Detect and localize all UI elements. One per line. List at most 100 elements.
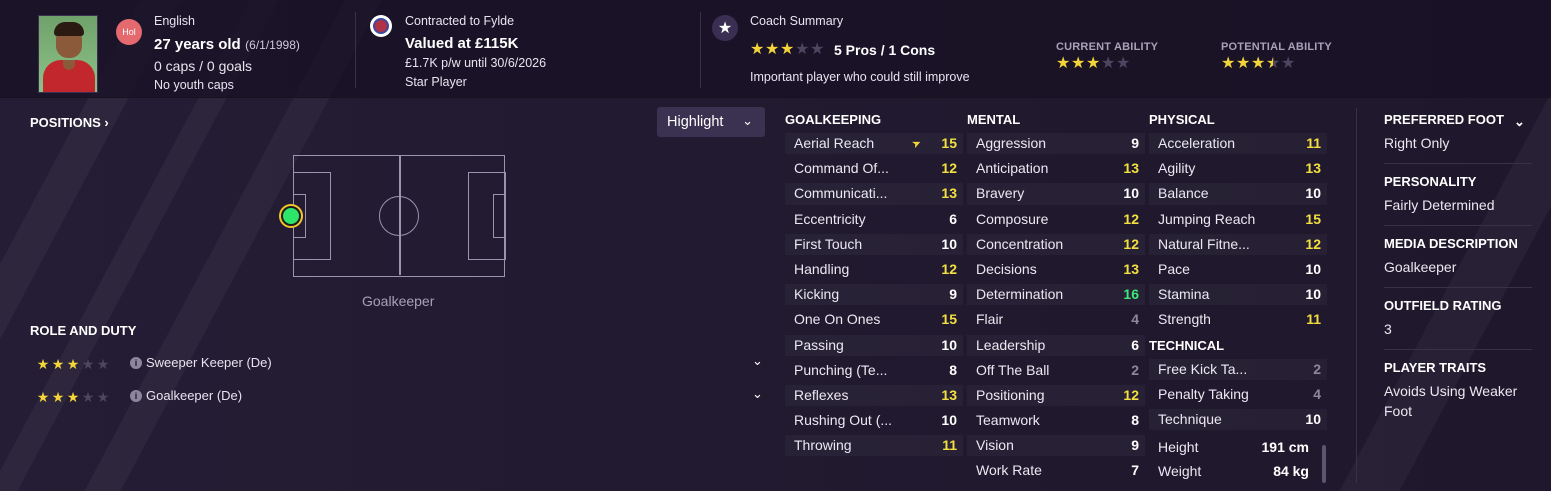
attribute-name: Technique <box>1158 410 1222 427</box>
club-crest-icon[interactable] <box>370 15 392 37</box>
position-marker-gk[interactable] <box>279 204 303 228</box>
goalkeeping-column: GOALKEEPING Aerial Reach 15 ➤ Command Of...… <box>785 109 963 458</box>
positions-title[interactable]: POSITIONS › <box>30 115 109 130</box>
attribute-name: Balance <box>1158 185 1209 202</box>
attribute-row[interactable]: Stamina 10 <box>1149 282 1327 307</box>
attribute-row[interactable]: Positioning 12 <box>967 383 1145 408</box>
info-icon[interactable]: i <box>130 390 142 402</box>
attribute-name: Passing <box>794 336 844 353</box>
attribute-value: 12 <box>941 160 957 177</box>
preferred-foot[interactable]: PREFERRED FOOT ⌄ Right Only <box>1384 110 1532 153</box>
attribute-name: Natural Fitne... <box>1158 235 1250 252</box>
attribute-row[interactable]: Decisions 13 <box>967 257 1145 282</box>
outfield-rating: OUTFIELD RATING 3 <box>1384 296 1532 339</box>
contract[interactable]: Contracted to Fylde <box>405 14 514 28</box>
attribute-row[interactable]: First Touch 10 <box>785 232 963 257</box>
role-row[interactable]: ★ ★ ★ ★ ★ i Goalkeeper (De) ⌄ <box>30 386 770 410</box>
role-duty-title: ROLE AND DUTY <box>30 323 137 338</box>
attribute-row[interactable]: Determination 16 <box>967 282 1145 307</box>
personality-value: Fairly Determined <box>1384 197 1495 213</box>
positions-label: POSITIONS <box>30 115 101 130</box>
attribute-name: Strength <box>1158 311 1211 328</box>
attribute-row[interactable]: Flair 4 <box>967 307 1145 332</box>
attribute-row[interactable]: Composure 12 <box>967 207 1145 232</box>
attribute-name: Aggression <box>976 135 1047 151</box>
goalkeeping-title: GOALKEEPING <box>785 112 882 127</box>
value: Valued at £115K <box>405 35 519 52</box>
highlight-dropdown[interactable]: Highlight ⌄ <box>657 107 765 137</box>
age-line: 27 years old (6/1/1998) <box>154 36 300 54</box>
attribute-name: Teamwork <box>976 412 1040 429</box>
attribute-row[interactable]: Rushing Out (... 10 <box>785 408 963 433</box>
player-traits-value[interactable]: Avoids Using Weaker Foot <box>1384 381 1532 421</box>
attribute-row[interactable]: Acceleration 11 <box>1149 131 1327 156</box>
summary-text: Important player who could still improve <box>750 70 970 84</box>
pros-cons[interactable]: 5 Pros / 1 Cons <box>834 42 935 58</box>
attr-list: Aggression 9 Anticipation 13 Bravery 10 Compos… <box>967 131 1145 484</box>
divider <box>1384 349 1532 350</box>
attribute-value: 13 <box>1123 260 1139 277</box>
chevron-down-icon[interactable]: ⌄ <box>752 353 763 369</box>
attribute-value: 13 <box>1123 160 1139 177</box>
current-ability-label: CURRENT ABILITY <box>1056 41 1159 53</box>
attribute-name: Off The Ball <box>976 361 1050 378</box>
attribute-row[interactable]: Eccentricity 6 <box>785 207 963 232</box>
right-six-yard-box <box>492 194 506 238</box>
attribute-row[interactable]: Kicking 9 <box>785 282 963 307</box>
scrollbar[interactable] <box>1322 445 1326 483</box>
attribute-row[interactable]: Communicati... 13 <box>785 181 963 206</box>
attribute-row[interactable]: Free Kick Ta... 2 <box>1149 357 1327 382</box>
attribute-value: 9 <box>1131 437 1139 454</box>
player-photo <box>38 15 98 93</box>
coach-summary-label[interactable]: Coach Summary <box>750 14 843 28</box>
attribute-row[interactable]: Jumping Reach 15 <box>1149 207 1327 232</box>
attribute-value: 10 <box>941 235 957 252</box>
attribute-value: 9 <box>1131 135 1139 151</box>
attribute-value: 15 <box>941 135 957 151</box>
attribute-row[interactable]: Off The Ball 2 <box>967 358 1145 383</box>
attribute-row[interactable]: Natural Fitne... 12 <box>1149 232 1327 257</box>
attribute-row[interactable]: Command Of... 12 <box>785 156 963 181</box>
attribute-row[interactable]: Handling 12 <box>785 257 963 282</box>
attribute-row[interactable]: Aggression 9 <box>967 131 1145 156</box>
attribute-row[interactable]: Vision 9 <box>967 433 1145 458</box>
attribute-row[interactable]: Leadership 6 <box>967 333 1145 358</box>
attribute-value: 12 <box>1123 235 1139 252</box>
attribute-row[interactable]: Reflexes 13 <box>785 383 963 408</box>
nation-badge[interactable]: Hol <box>116 19 142 45</box>
info-icon[interactable]: i <box>130 357 142 369</box>
attribute-value: 11 <box>1306 135 1321 151</box>
attribute-value: 8 <box>949 361 957 378</box>
potential-ability-stars: ★ ★ ★ ★ ★ <box>1221 56 1295 72</box>
attribute-row[interactable]: Teamwork 8 <box>967 408 1145 433</box>
attribute-row[interactable]: Bravery 10 <box>967 181 1145 206</box>
attribute-row[interactable]: Balance 10 <box>1149 181 1327 206</box>
chevron-right-icon: › <box>104 115 109 130</box>
attribute-row[interactable]: Anticipation 13 <box>967 156 1145 181</box>
attribute-value: 12 <box>1305 235 1321 252</box>
attribute-name: First Touch <box>794 235 863 252</box>
chevron-down-icon[interactable]: ⌄ <box>752 386 763 402</box>
player-profile: Hol English 27 years old (6/1/1998) 0 ca… <box>0 0 1551 491</box>
chevron-down-icon[interactable]: ⌄ <box>1514 112 1525 132</box>
role-row[interactable]: ★ ★ ★ ★ ★ i Sweeper Keeper (De) ⌄ <box>30 353 770 377</box>
attribute-name: Vision <box>976 437 1014 454</box>
attribute-row[interactable]: Punching (Te... 8 <box>785 358 963 383</box>
attribute-row[interactable]: Technique 10 <box>1149 407 1327 432</box>
attribute-row[interactable]: Passing 10 <box>785 333 963 358</box>
star-icon: ★ <box>81 356 95 372</box>
attribute-name: Leadership <box>976 336 1046 353</box>
attribute-row[interactable]: Strength 11 <box>1149 307 1327 332</box>
attribute-row[interactable]: Throwing 11 <box>785 433 963 458</box>
attribute-row[interactable]: Aerial Reach 15 ➤ <box>785 131 963 156</box>
attribute-row[interactable]: Concentration 12 <box>967 232 1145 257</box>
attribute-row[interactable]: One On Ones 15 <box>785 307 963 332</box>
attribute-row[interactable]: Work Rate 7 <box>967 458 1145 483</box>
nationality[interactable]: English <box>154 14 195 28</box>
attribute-row[interactable]: Penalty Taking 4 <box>1149 382 1327 407</box>
attribute-value: 15 <box>1305 210 1321 227</box>
highlight-label: Highlight <box>667 114 724 130</box>
attribute-row[interactable]: Pace 10 <box>1149 257 1327 282</box>
youth-caps: No youth caps <box>154 78 234 92</box>
attribute-row[interactable]: Agility 13 <box>1149 156 1327 181</box>
